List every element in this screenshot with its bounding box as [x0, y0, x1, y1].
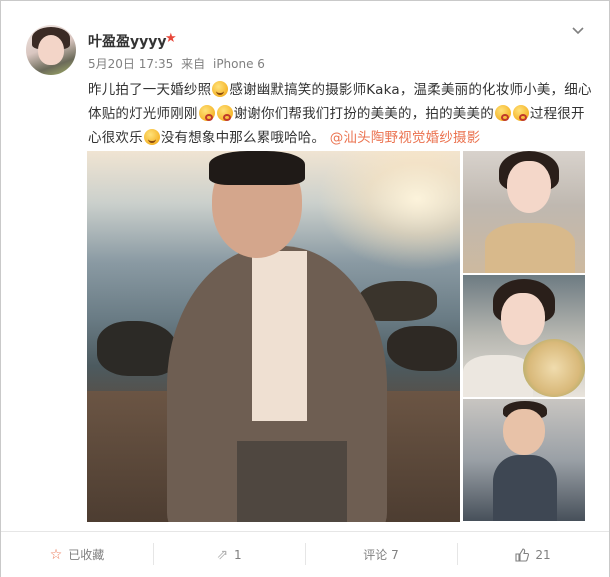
laugh-emoji-icon	[143, 129, 160, 145]
source-prefix: 来自	[181, 57, 206, 71]
like-count: 21	[535, 547, 551, 562]
like-button[interactable]: 21	[457, 532, 609, 577]
laugh-emoji-icon	[212, 81, 229, 97]
groom-face	[503, 409, 545, 455]
avatar[interactable]	[26, 25, 76, 75]
favorite-label: 已收藏	[68, 548, 105, 562]
vip-star-icon[interactable]: ★	[165, 31, 177, 47]
post-source[interactable]: iPhone 6	[213, 57, 265, 71]
repost-count: 1	[234, 547, 242, 562]
bride-face	[501, 293, 545, 345]
thumbnail-bride-1[interactable]	[463, 151, 585, 273]
kiss-emoji-icon	[512, 105, 529, 121]
chevron-down-icon[interactable]	[570, 23, 586, 39]
sunlight	[317, 151, 460, 271]
kiss-emoji-icon	[198, 105, 215, 121]
rock	[97, 321, 177, 376]
thumbs-up-icon	[515, 547, 530, 562]
rock	[387, 326, 457, 371]
avatar-face	[38, 35, 64, 65]
star-icon: ☆	[49, 546, 63, 563]
main-photo[interactable]	[87, 151, 460, 522]
man-hair	[209, 151, 305, 185]
thumbnail-groom[interactable]	[463, 399, 585, 521]
bride-face	[507, 161, 551, 213]
username[interactable]: 叶盈盈yyyy	[88, 31, 167, 51]
favorite-button[interactable]: ☆ 已收藏	[1, 532, 153, 577]
mention-link[interactable]: @汕头陶野视觉婚纱摄影	[330, 130, 481, 146]
man-shirt	[252, 251, 307, 421]
post-text-1: 昨儿拍了一天婚纱照	[88, 82, 212, 98]
post-text-5: 没有想象中那么累哦哈哈。	[160, 130, 326, 146]
groom-vest	[493, 455, 557, 521]
repost-icon: ⇗	[216, 546, 229, 563]
man-pants	[237, 441, 347, 522]
post-text-3: 谢谢你们帮我们打扮的美美的，拍的美美的	[233, 106, 494, 122]
post-date[interactable]: 5月20日 17:35	[88, 57, 173, 71]
post-content: 昨儿拍了一天婚纱照 感谢幽默搞笑的摄影师Kaka，温柔美丽的化妆师小美，细心体贴的…	[88, 78, 593, 150]
kiss-emoji-icon	[494, 105, 511, 121]
comment-label: 评论 7	[363, 548, 399, 562]
comment-button[interactable]: 评论 7	[305, 532, 457, 577]
bouquet	[523, 339, 585, 397]
bride-dress	[463, 355, 533, 397]
action-bar: ☆ 已收藏 ⇗ 1 评论 7 21	[1, 531, 609, 577]
repost-button[interactable]: ⇗ 1	[153, 532, 305, 577]
kiss-emoji-icon	[216, 105, 233, 121]
post-meta: 5月20日 17:35 来自 iPhone 6	[88, 55, 269, 72]
bride-dress	[485, 223, 575, 273]
thumbnail-bride-2[interactable]	[463, 275, 585, 397]
weibo-post-card: 叶盈盈yyyy ★ 5月20日 17:35 来自 iPhone 6 昨儿拍了一天…	[0, 0, 610, 577]
